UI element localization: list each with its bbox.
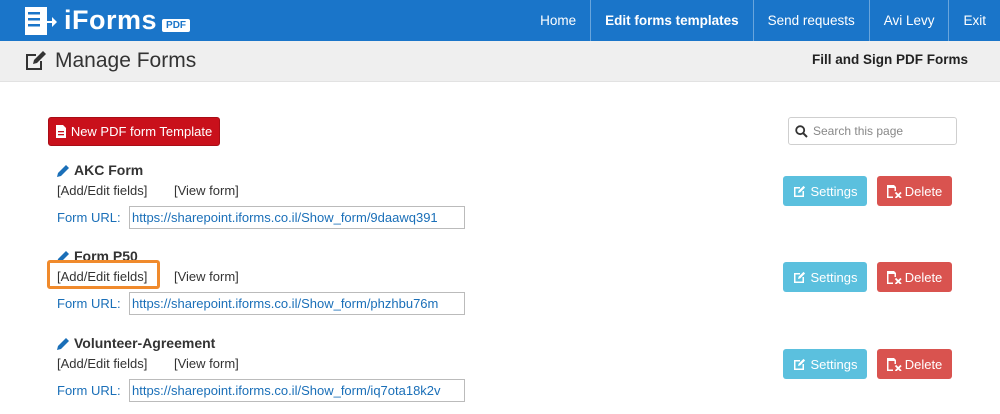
pencil-icon [57,250,69,263]
nav-user[interactable]: Avi Levy [868,0,949,41]
settings-edit-icon [793,185,805,197]
form-url-field[interactable] [129,292,465,315]
nav-exit[interactable]: Exit [948,0,1000,41]
search-input[interactable] [813,124,953,138]
view-form-link[interactable]: [View form] [174,356,239,371]
form-url-label: Form URL: [57,383,121,398]
search-box [788,117,957,145]
pencil-icon [57,164,69,177]
pdf-file-icon [55,125,66,138]
pencil-icon [57,337,69,350]
form-logo-icon [24,6,58,36]
form-row-volunteer-agreement: Volunteer-Agreement [Add/Edit fields] [V… [0,335,1000,414]
view-form-link[interactable]: [View form] [174,183,239,198]
delete-file-icon [886,184,902,198]
form-url-label: Form URL: [57,296,121,311]
delete-label: Delete [904,183,943,199]
form-row-p50: Form P50 [Add/Edit fields] [View form] F… [0,248,1000,328]
form-name: Form P50 [57,248,138,264]
form-name: Volunteer-Agreement [57,335,215,351]
new-pdf-template-button[interactable]: New PDF form Template [48,117,220,146]
edit-icon [26,51,46,70]
add-edit-fields-link[interactable]: [Add/Edit fields] [57,269,147,284]
form-name-text: Form P50 [74,248,138,264]
add-edit-fields-link[interactable]: [Add/Edit fields] [57,356,147,371]
nav-send-requests[interactable]: Send requests [752,0,869,41]
page-subtitle: Fill and Sign PDF Forms [811,52,968,67]
page-title-text: Manage Forms [55,49,197,72]
delete-button[interactable]: Delete [877,176,952,206]
view-form-link[interactable]: [View form] [174,269,239,284]
delete-label: Delete [904,356,943,372]
delete-label: Delete [904,269,943,285]
logo-badge: PDF [162,18,191,32]
search-icon [795,124,808,138]
settings-button[interactable]: Settings [783,349,867,379]
page-title: Manage Forms [24,49,196,73]
delete-file-icon [886,357,902,371]
form-url-field[interactable] [129,379,465,402]
settings-edit-icon [793,358,805,370]
new-pdf-template-label: New PDF form Template [70,124,213,139]
settings-label: Settings [810,356,858,372]
top-navbar: iForms PDF Home Edit forms templates Sen… [0,0,1000,41]
form-name-text: Volunteer-Agreement [74,335,216,351]
delete-file-icon [886,270,902,284]
settings-edit-icon [793,271,805,283]
logo-text: iForms [64,5,158,35]
nav-home[interactable]: Home [526,0,590,41]
app-logo[interactable]: iForms PDF [24,4,191,37]
settings-button[interactable]: Settings [783,262,867,292]
delete-button[interactable]: Delete [877,349,952,379]
settings-button[interactable]: Settings [783,176,867,206]
nav-edit-forms-templates[interactable]: Edit forms templates [590,0,753,41]
form-url-label: Form URL: [57,210,121,225]
form-row-akc: AKC Form [Add/Edit fields] [View form] F… [0,162,1000,242]
form-name-text: AKC Form [74,162,144,178]
page-header: Manage Forms Fill and Sign PDF Forms [0,41,1000,82]
settings-label: Settings [810,269,858,285]
delete-button[interactable]: Delete [877,262,952,292]
add-edit-fields-link[interactable]: [Add/Edit fields] [57,183,147,198]
main-nav: Home Edit forms templates Send requests … [526,0,1000,41]
form-name: AKC Form [57,162,143,178]
settings-label: Settings [810,183,858,199]
form-url-field[interactable] [129,206,465,229]
